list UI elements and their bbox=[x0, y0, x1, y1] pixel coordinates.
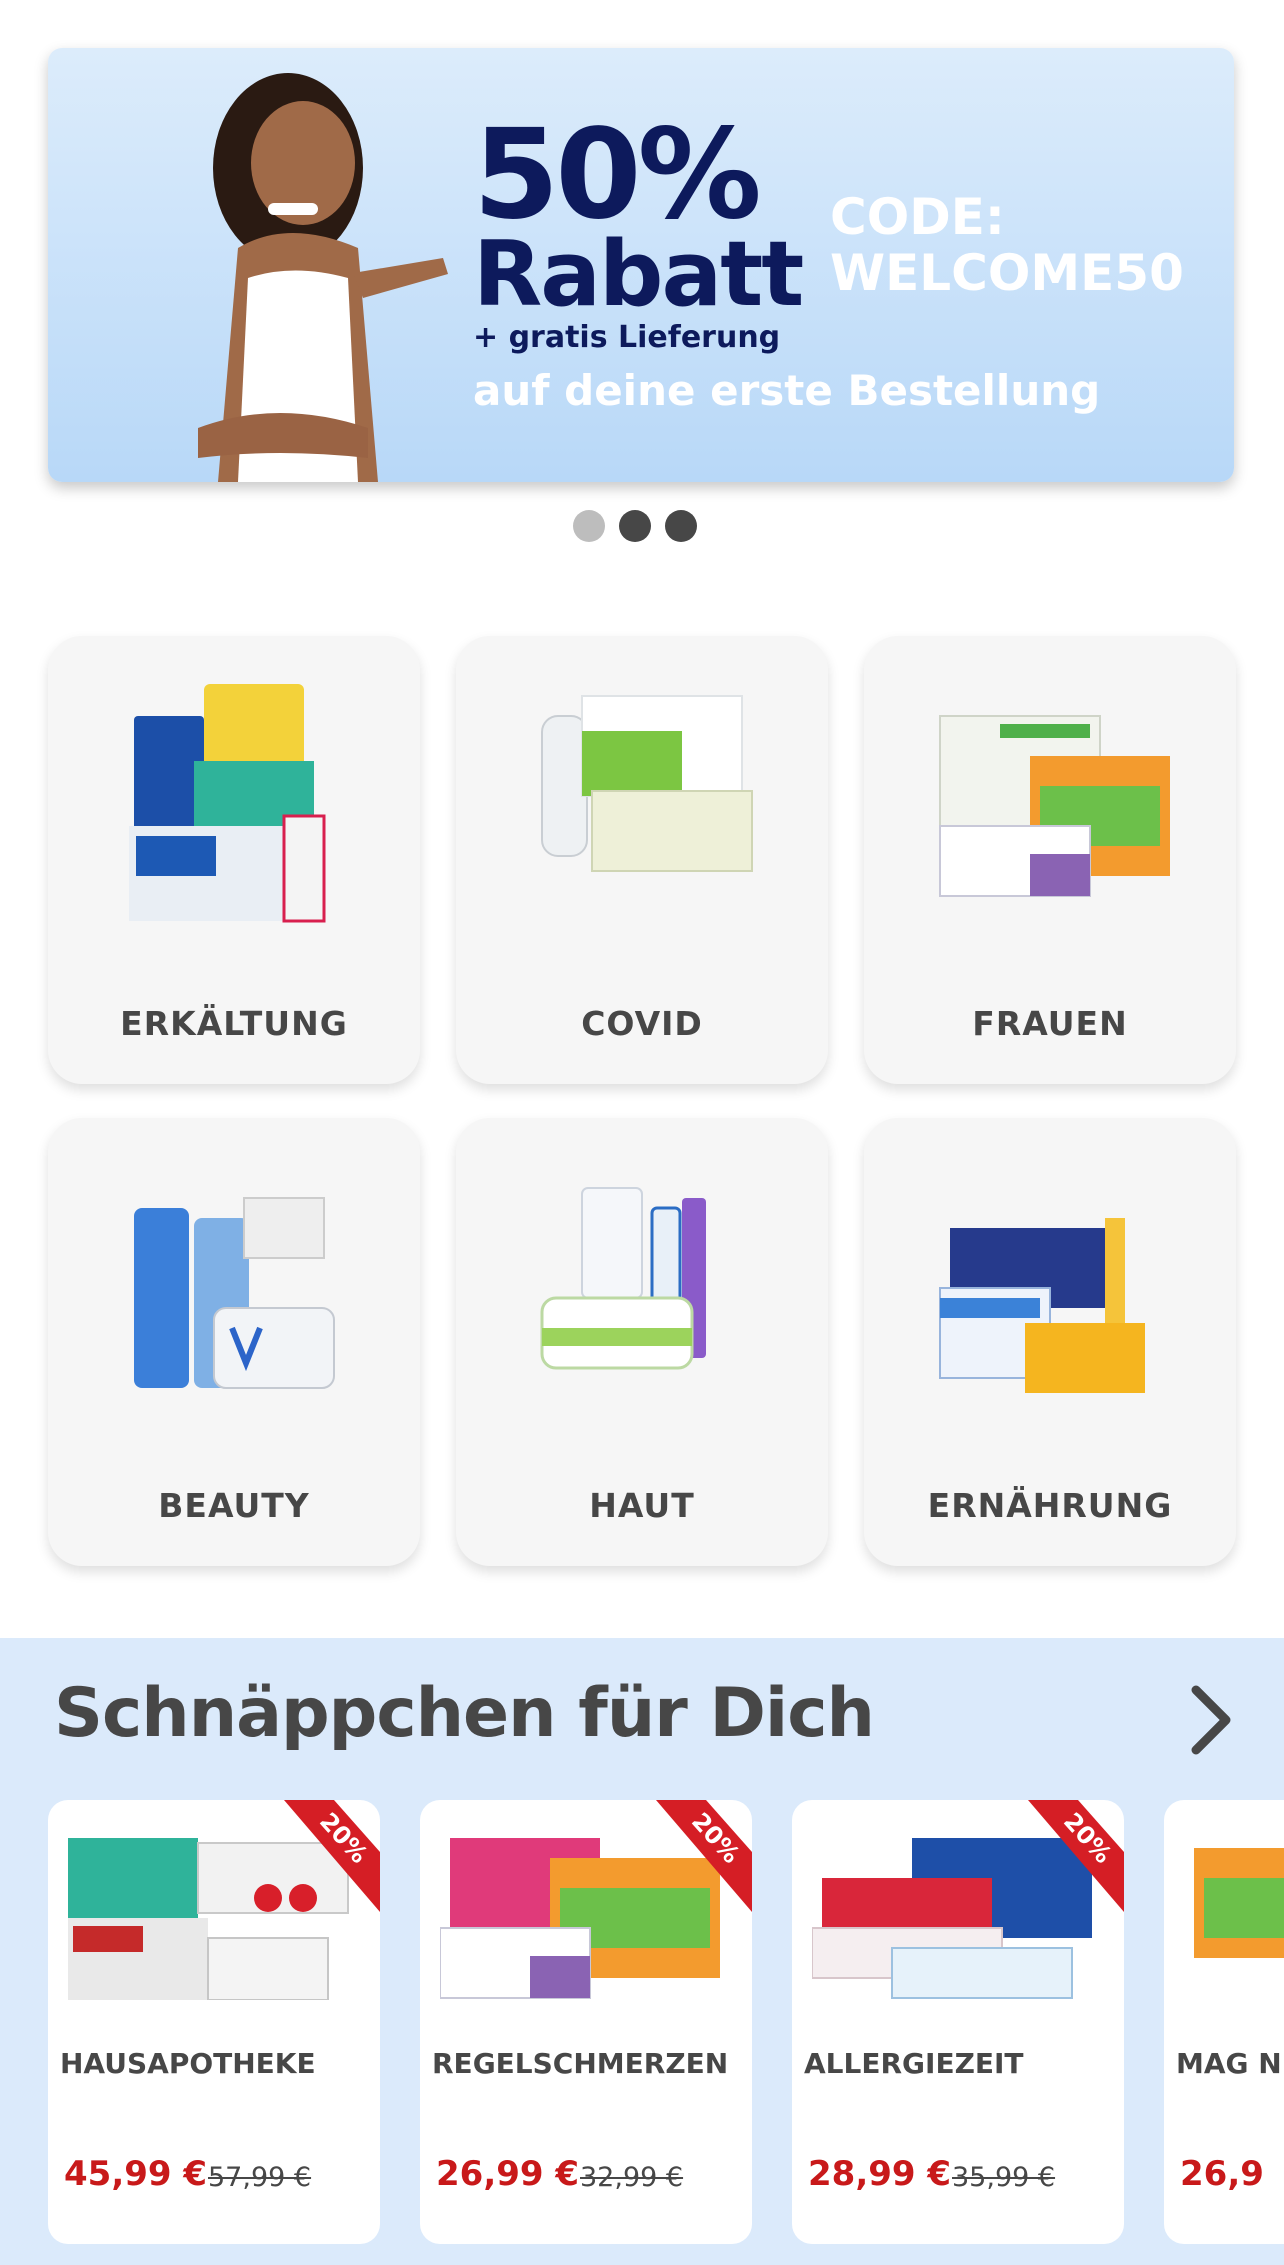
discount-rabatt: Rabatt bbox=[473, 222, 804, 327]
category-frauen[interactable]: FRAUEN bbox=[864, 636, 1236, 1084]
carousel-dots bbox=[573, 510, 697, 542]
deal-card-regelschmerzen[interactable]: 20% REGELSCHMERZEN 26,99 € 32,99 € bbox=[420, 1800, 752, 2244]
price: 45,99 € bbox=[64, 2154, 208, 2194]
category-erkaeltung[interactable]: ERKÄLTUNG bbox=[48, 636, 420, 1084]
deals-section: Schnäppchen für Dich 20% HAUSAPOTHEKE 45… bbox=[0, 1638, 1284, 2265]
category-label: HAUT bbox=[589, 1486, 695, 1525]
carousel-dot[interactable] bbox=[665, 510, 697, 542]
product-name: HAUSAPOTHEKE bbox=[60, 2047, 316, 2080]
code-label: CODE: bbox=[830, 188, 1005, 246]
covid-products-image bbox=[541, 695, 753, 872]
partial-products-image bbox=[1194, 1848, 1284, 1958]
deal-card-hausapotheke[interactable]: 20% HAUSAPOTHEKE 45,99 € 57,99 € bbox=[48, 1800, 380, 2244]
old-price: 32,99 € bbox=[580, 2162, 684, 2193]
category-label: COVID bbox=[581, 1004, 703, 1043]
price: 26,9 bbox=[1180, 2154, 1264, 2194]
category-label: BEAUTY bbox=[158, 1486, 310, 1525]
category-label: ERKÄLTUNG bbox=[120, 1004, 348, 1043]
carousel-dot[interactable] bbox=[619, 510, 651, 542]
product-name: MAG N bbox=[1176, 2047, 1282, 2080]
price: 26,99 € bbox=[436, 2154, 580, 2194]
category-label: FRAUEN bbox=[972, 1004, 1128, 1043]
discount-percent: 50% bbox=[473, 103, 762, 247]
product-name: ALLERGIEZEIT bbox=[804, 2047, 1024, 2080]
category-ernaehrung[interactable]: ERNÄHRUNG bbox=[864, 1118, 1236, 1566]
promo-banner[interactable]: 50% Rabatt + gratis Lieferung CODE: WELC… bbox=[48, 48, 1234, 482]
category-beauty[interactable]: BEAUTY bbox=[48, 1118, 420, 1566]
product-name: REGELSCHMERZEN bbox=[432, 2047, 729, 2080]
erkaeltung-products-image bbox=[129, 684, 326, 923]
deals-title: Schnäppchen für Dich bbox=[54, 1674, 875, 1753]
category-haut[interactable]: HAUT bbox=[456, 1118, 828, 1566]
code-value: WELCOME50 bbox=[830, 244, 1184, 302]
price: 28,99 € bbox=[808, 2154, 952, 2194]
deal-card-partial[interactable]: MAG N 26,9 bbox=[1164, 1800, 1284, 2244]
free-delivery-text: + gratis Lieferung bbox=[473, 320, 781, 355]
old-price: 35,99 € bbox=[952, 2162, 1056, 2193]
old-price: 57,99 € bbox=[208, 2162, 312, 2193]
category-covid[interactable]: COVID bbox=[456, 636, 828, 1084]
category-label: ERNÄHRUNG bbox=[927, 1486, 1173, 1525]
chevron-right-icon[interactable] bbox=[1182, 1680, 1242, 1760]
frauen-products-image bbox=[939, 715, 1170, 897]
ernaehrung-products-image bbox=[939, 1218, 1145, 1393]
woman-pointing-image bbox=[198, 73, 448, 482]
haut-products-image bbox=[540, 1187, 706, 1370]
carousel-dot[interactable] bbox=[573, 510, 605, 542]
beauty-products-image bbox=[134, 1197, 335, 1389]
banner-subtitle: auf deine erste Bestellung bbox=[473, 366, 1101, 415]
deal-card-allergiezeit[interactable]: 20% ALLERGIEZEIT 28,99 € 35,99 € bbox=[792, 1800, 1124, 2244]
